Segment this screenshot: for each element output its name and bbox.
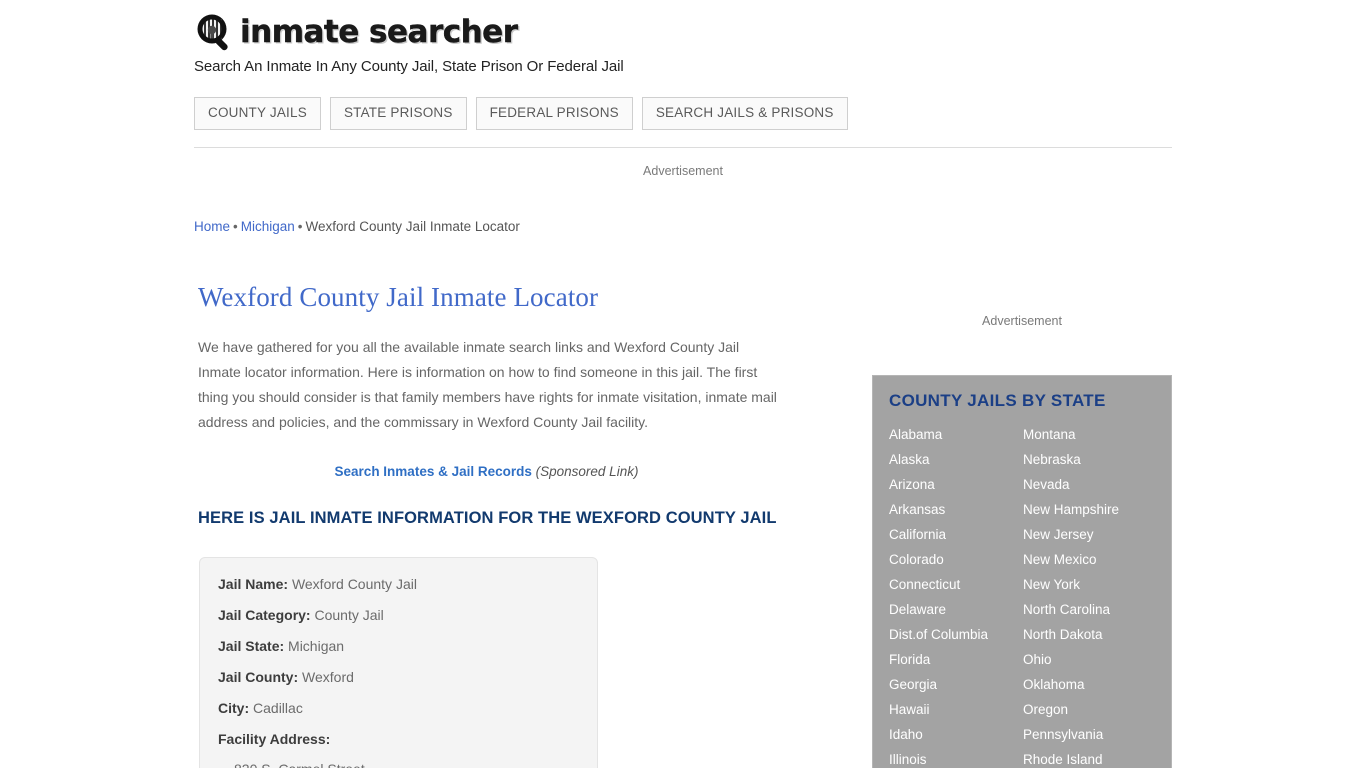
jail-info-row-category: Jail Category: County Jail [200, 605, 597, 625]
sidebar-state-link[interactable]: Montana [1023, 422, 1155, 447]
sidebar-state-link[interactable]: New Hampshire [1023, 497, 1155, 522]
breadcrumb-separator-1: • [233, 219, 238, 234]
jail-info-row-county: Jail County: Wexford [200, 667, 597, 687]
sponsored-link[interactable]: Search Inmates & Jail Records [335, 464, 532, 479]
sidebar-title: COUNTY JAILS BY STATE [889, 391, 1106, 410]
facility-address-line-1: 820 S. Carmel Street [218, 759, 579, 768]
site-tagline: Search An Inmate In Any County Jail, Sta… [194, 58, 624, 75]
sponsored-link-row: Search Inmates & Jail Records (Sponsored… [194, 465, 779, 479]
jail-county-value: Wexford [302, 668, 354, 685]
sidebar-state-link[interactable]: New Mexico [1023, 547, 1155, 572]
sidebar-state-link[interactable]: Arizona [889, 472, 1023, 497]
sidebar-state-link[interactable]: New York [1023, 572, 1155, 597]
sidebar-state-link[interactable]: Dist.of Columbia [889, 622, 1023, 647]
sidebar-state-link[interactable]: Connecticut [889, 572, 1023, 597]
main-content: Home • Michigan • Wexford County Jail Inmate… [194, 218, 794, 768]
nav-item-county-jails[interactable]: COUNTY JAILS [194, 97, 321, 130]
sidebar-state-link[interactable]: New Jersey [1023, 522, 1155, 547]
sidebar-state-link[interactable]: Illinois [889, 747, 1023, 768]
breadcrumb-link-home[interactable]: Home [194, 219, 230, 234]
sidebar-state-link[interactable]: Ohio [1023, 647, 1155, 672]
sidebar-state-link[interactable]: Alaska [889, 447, 1023, 472]
jail-info-card: Jail Name: Wexford County Jail Jail Cate… [199, 556, 598, 768]
jail-name-value: Wexford County Jail [291, 575, 417, 592]
sidebar-state-link[interactable]: Delaware [889, 597, 1023, 622]
nav-item-federal-prisons[interactable]: FEDERAL PRISONS [475, 97, 633, 130]
jail-county-label: Jail County: [218, 668, 299, 685]
jail-info-row-address: Facility Address: 820 S. Carmel Street [200, 729, 597, 768]
breadcrumb-link-michigan[interactable]: Michigan [241, 219, 295, 234]
nav-item-state-prisons[interactable]: STATE PRISONS [329, 97, 467, 130]
magnifier-prison-bars-icon [194, 12, 236, 54]
breadcrumb-current: Wexford County Jail Inmate Locator [305, 219, 520, 234]
page-title: Wexford County Jail Inmate Locator [198, 282, 599, 312]
sidebar-state-link[interactable]: Florida [889, 647, 1023, 672]
section-heading-jail-info: HERE IS JAIL INMATE INFORMATION FOR THE … [198, 508, 777, 527]
state-links-grid: Alabama Montana Alaska Nebraska Arizona … [889, 422, 1155, 768]
top-advertisement-label: Advertisement [643, 164, 723, 178]
jail-city-label: City: [218, 699, 250, 716]
breadcrumb-separator-2: • [297, 219, 303, 234]
jail-state-label: Jail State: [218, 637, 285, 654]
sidebar-county-jails-by-state: COUNTY JAILS BY STATE Alabama Montana Al… [872, 375, 1172, 768]
sidebar-state-link[interactable]: North Dakota [1023, 622, 1155, 647]
main-navigation: COUNTY JAILS STATE PRISONS FEDERAL PRISO… [194, 97, 848, 130]
nav-item-search-jails-prisons[interactable]: SEARCH JAILS & PRISONS [641, 97, 848, 130]
page-root: inmate searcher Search An Inmate In Any … [0, 0, 1366, 768]
sidebar-advertisement-label: Advertisement [982, 314, 1062, 328]
jail-category-value: County Jail [314, 606, 384, 623]
sidebar-state-link[interactable]: North Carolina [1023, 597, 1155, 622]
sidebar-state-link[interactable]: Georgia [889, 672, 1023, 697]
sidebar-state-link[interactable]: Idaho [889, 722, 1023, 747]
facility-address-label: Facility Address: [218, 730, 331, 747]
sidebar-state-link[interactable]: Nevada [1023, 472, 1155, 497]
header-divider [194, 147, 1172, 148]
jail-category-label: Jail Category: [218, 606, 311, 623]
site-logo-text: inmate searcher [240, 13, 518, 50]
jail-info-row-name: Jail Name: Wexford County Jail [200, 574, 597, 594]
sidebar-state-link[interactable]: Oregon [1023, 697, 1155, 722]
site-header: inmate searcher Search An Inmate In Any … [194, 12, 1172, 75]
jail-name-label: Jail Name: [218, 575, 289, 592]
jail-info-row-city: City: Cadillac [200, 698, 597, 718]
sponsored-link-note: (Sponsored Link) [535, 464, 639, 480]
sidebar-state-link[interactable]: Rhode Island [1023, 747, 1155, 768]
sidebar-state-link[interactable]: Oklahoma [1023, 672, 1155, 697]
sidebar-state-link[interactable]: Colorado [889, 547, 1023, 572]
sidebar-state-link[interactable]: Arkansas [889, 497, 1023, 522]
jail-state-value: Michigan [288, 637, 345, 654]
sidebar-state-link[interactable]: Hawaii [889, 697, 1023, 722]
sidebar-state-link[interactable]: California [889, 522, 1023, 547]
sidebar-state-link[interactable]: Nebraska [1023, 447, 1155, 472]
sidebar-state-link[interactable]: Alabama [889, 422, 1023, 447]
breadcrumb: Home • Michigan • Wexford County Jail Inmate… [194, 218, 794, 236]
jail-city-value: Cadillac [253, 699, 303, 716]
jail-info-row-state: Jail State: Michigan [200, 636, 597, 656]
intro-paragraph: We have gathered for you all the availab… [198, 339, 777, 431]
brand-row[interactable]: inmate searcher [194, 12, 1172, 54]
sidebar-state-link[interactable]: Pennsylvania [1023, 722, 1155, 747]
